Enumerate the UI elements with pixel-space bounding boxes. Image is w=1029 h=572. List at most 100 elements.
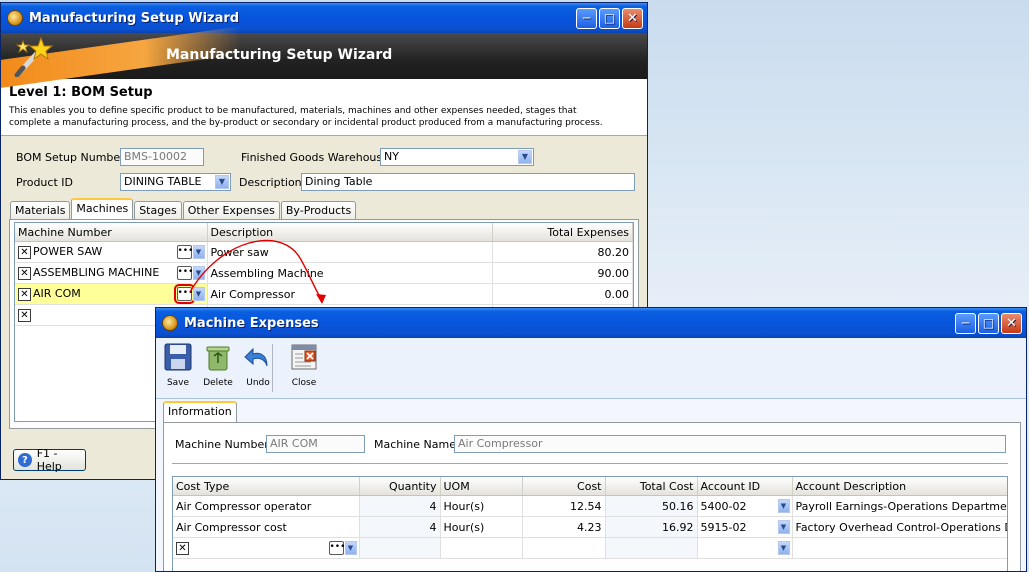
machine-name-field[interactable]: Air Compressor [454,435,1006,453]
table-row[interactable]: Air Compressor cost 4 Hour(s) 4.23 16.92… [173,516,1007,538]
finished-goods-warehouse-value: NY [384,150,399,163]
level-header: Level 1: BOM Setup This enables you to d… [1,79,647,136]
table-row[interactable]: ✕ ASSEMBLING MACHINE ••• ▼ Assembling Mach… [15,262,633,284]
machine-expenses-window: Machine Expenses ─ □ ✕ Save Delete Undo … [155,307,1027,572]
column-header-total-expenses[interactable]: Total Expenses [492,223,633,242]
cost-type-cell: Air Compressor cost [173,516,360,538]
column-header-account-description[interactable]: Account Description [792,477,1007,496]
column-header-total-cost[interactable]: Total Cost [605,477,698,496]
close-button[interactable]: ✕ [1001,312,1022,334]
table-row[interactable]: Air Compressor operator 4 Hour(s) 12.54 … [173,495,1007,517]
chevron-down-icon[interactable]: ▼ [777,499,790,513]
finished-goods-warehouse-select[interactable]: NY ▼ [380,148,534,166]
account-id-cell[interactable]: 5400-02 ▼ [697,495,793,517]
save-button[interactable]: Save [158,342,198,388]
column-header-description[interactable]: Description [207,223,493,242]
banner-title: Manufacturing Setup Wizard [166,47,393,63]
description-field[interactable]: Dining Table [301,173,635,191]
minimize-button[interactable]: ─ [576,7,597,29]
tab-materials[interactable]: Materials [10,201,71,220]
ellipsis-icon[interactable]: ••• [176,266,193,280]
column-header-account-id[interactable]: Account ID [697,477,793,496]
maximize-button[interactable]: □ [599,7,620,29]
total-expenses-cell: 80.20 [492,241,633,263]
product-id-select[interactable]: DINING TABLE ▼ [120,173,231,191]
column-header-quantity[interactable]: Quantity [359,477,441,496]
chevron-down-icon[interactable]: ▼ [192,245,205,259]
wizard-titlebar[interactable]: Manufacturing Setup Wizard ─ □ ✕ [1,3,647,33]
column-header-uom[interactable]: UOM [440,477,523,496]
chevron-down-icon[interactable]: ▼ [777,541,790,555]
help-button[interactable]: ? F1 - Help [13,447,86,473]
machine-number-cell[interactable]: AIR COM [33,287,81,300]
account-id-cell[interactable]: 5915-02 ▼ [697,516,793,538]
chevron-down-icon[interactable]: ▼ [344,541,357,555]
recycle-bin-icon [206,346,230,371]
cost-cell: 4.23 [522,516,606,538]
undo-label: Undo [246,378,270,388]
cost-cell: 12.54 [522,495,606,517]
description-label: Description [239,176,302,189]
minimize-button[interactable]: ─ [955,312,976,334]
account-description-cell: Factory Overhead Control-Operations Depa… [792,516,1007,538]
delete-button[interactable]: Delete [198,342,238,388]
information-panel: Machine Number AIR COM Machine Name Air … [163,422,1021,571]
expenses-tabs: Information [163,401,238,423]
tab-stages[interactable]: Stages [134,201,182,220]
total-expenses-cell: 0.00 [492,283,633,305]
wizard-wand-icon [14,37,54,77]
column-header-machine-number[interactable]: Machine Number [15,223,208,242]
delete-row-icon[interactable]: ✕ [18,308,31,322]
machine-number-field[interactable]: AIR COM [266,435,365,453]
total-cost-cell: 16.92 [605,516,698,538]
delete-row-icon[interactable]: ✕ [18,287,31,301]
table-row[interactable]: ✕ ••• ▼ ▼ [173,537,1007,559]
level-title: Level 1: BOM Setup [9,85,153,100]
ellipsis-icon[interactable]: ••• [328,541,345,555]
table-row[interactable]: ✕ AIR COM ••• ▼ Air Compressor 0.00 [15,283,633,305]
chevron-down-icon[interactable]: ▼ [192,287,205,301]
wizard-tabs: Materials Machines Stages Other Expenses… [10,198,357,220]
machine-expenses-titlebar[interactable]: Machine Expenses ─ □ ✕ [156,308,1026,338]
table-row[interactable]: ✕ POWER SAW ••• ▼ Power saw 80.20 [15,241,633,263]
tab-information[interactable]: Information [163,401,237,423]
chevron-down-icon[interactable]: ▼ [215,175,229,189]
delete-row-icon[interactable]: ✕ [18,266,31,280]
wizard-title: Manufacturing Setup Wizard [29,10,240,26]
quantity-cell: 4 [359,495,441,517]
delete-label: Delete [203,378,233,388]
close-toolbar-button[interactable]: Close [284,342,324,388]
bom-setup-field[interactable]: BMS-10002 [120,148,204,166]
total-expenses-cell: 90.00 [492,262,633,284]
wizard-banner: Manufacturing Setup Wizard [1,26,647,88]
tab-other-expenses[interactable]: Other Expenses [182,201,280,220]
chevron-down-icon[interactable]: ▼ [777,520,790,534]
close-button[interactable]: ✕ [622,7,643,29]
help-label: F1 - Help [36,447,62,473]
help-icon: ? [18,453,32,467]
floppy-disk-icon [164,343,192,371]
column-header-cost[interactable]: Cost [522,477,606,496]
uom-cell: Hour(s) [440,495,523,517]
column-header-cost-type[interactable]: Cost Type [173,477,360,496]
product-id-value: DINING TABLE [124,175,202,188]
finished-goods-warehouse-label: Finished Goods Warehouse [241,151,389,164]
tab-by-products[interactable]: By-Products [280,201,357,220]
undo-arrow-icon [244,347,268,367]
description-cell: Power saw [207,241,493,263]
toolbar: Save Delete Undo Close [156,338,1026,399]
machine-number-label: Machine Number [175,438,269,451]
chevron-down-icon[interactable]: ▼ [192,266,205,280]
ellipsis-icon[interactable]: ••• [173,284,195,304]
bom-setup-label: BOM Setup Number [16,151,125,164]
chevron-down-icon[interactable]: ▼ [518,150,532,164]
delete-row-icon[interactable]: ✕ [18,245,31,259]
total-cost-cell: 50.16 [605,495,698,517]
tab-machines[interactable]: Machines [71,198,134,220]
machine-name-label: Machine Name [374,438,456,451]
level-description-2: complete a manufacturing process, and th… [9,118,603,128]
maximize-button[interactable]: □ [978,312,999,334]
ellipsis-icon[interactable]: ••• [176,245,193,259]
machine-expenses-title: Machine Expenses [184,315,319,331]
delete-row-icon[interactable]: ✕ [176,541,189,555]
